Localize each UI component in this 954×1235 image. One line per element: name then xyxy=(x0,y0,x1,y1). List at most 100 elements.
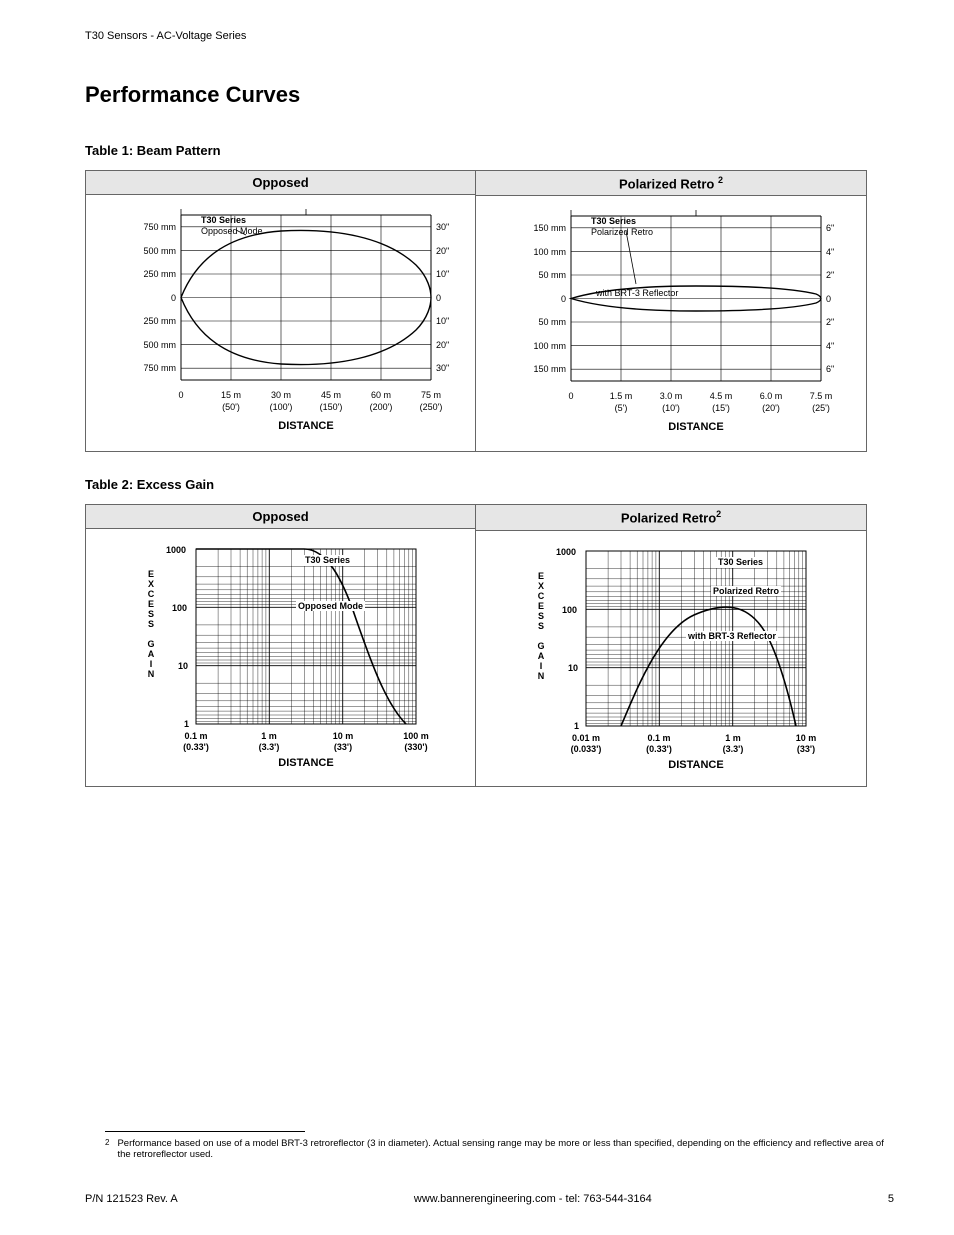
gr-ylabel: EXCESS GAIN xyxy=(536,571,546,681)
bo-yl-2: 250 mm xyxy=(116,269,176,279)
go-xt-3: 100 m xyxy=(396,731,436,741)
bo-xt-1: 15 m xyxy=(211,390,251,400)
br-yr-1: 4" xyxy=(826,247,866,257)
bo-yr-1: 20" xyxy=(436,246,476,256)
go-xb-1: (3.3') xyxy=(249,742,289,752)
bo-xt-4: 60 m xyxy=(361,390,401,400)
gr-xt-3: 10 m xyxy=(786,733,826,743)
footnote-number: 2 xyxy=(105,1138,109,1160)
gain-retro-header: Polarized Retro2 xyxy=(476,505,866,530)
beam-retro-header-text: Polarized Retro xyxy=(619,176,718,191)
bo-yr-0: 30" xyxy=(436,222,476,232)
gr-xt-0: 0.01 m xyxy=(566,733,606,743)
gr-xlabel: DISTANCE xyxy=(646,759,746,771)
go-xlabel: DISTANCE xyxy=(256,757,356,769)
br-xb-3: (15') xyxy=(701,403,741,413)
gr-xt-1: 0.1 m xyxy=(639,733,679,743)
br-yl-0: 150 mm xyxy=(506,223,566,233)
go-xt-2: 10 m xyxy=(323,731,363,741)
beam-opposed-header: Opposed xyxy=(86,171,475,195)
footnote: 2 Performance based on use of a model BR… xyxy=(105,1138,894,1160)
go-xb-3: (330') xyxy=(396,742,436,752)
br-xb-5: (25') xyxy=(801,403,841,413)
go-y-1: 100 xyxy=(172,603,187,613)
beam-pattern-pair: Opposed xyxy=(85,170,867,452)
br-yl-1: 100 mm xyxy=(506,247,566,257)
bo-yl-3: 0 xyxy=(116,293,176,303)
page-title: Performance Curves xyxy=(85,82,894,108)
excess-gain-pair: Opposed xyxy=(85,504,867,786)
go-xt-0: 0.1 m xyxy=(176,731,216,741)
gain-retro-annot1: T30 Series xyxy=(716,557,765,568)
br-xb-1: (5') xyxy=(601,403,641,413)
br-yr-0: 6" xyxy=(826,223,866,233)
footer-right: 5 xyxy=(888,1193,894,1205)
beam-opposed-annot2: Opposed Mode xyxy=(201,226,263,237)
gr-xb-0: (0.033') xyxy=(566,744,606,754)
br-yl-6: 150 mm xyxy=(506,364,566,374)
go-ylabel: EXCESS GAIN xyxy=(146,569,156,679)
bo-xt-5: 75 m xyxy=(411,390,451,400)
running-header: T30 Sensors - AC-Voltage Series xyxy=(85,30,894,42)
bo-yr-3: 0 xyxy=(436,293,476,303)
bo-xb-3: (150') xyxy=(311,402,351,412)
gain-opposed-annot1: T30 Series xyxy=(303,555,352,566)
bo-xb-4: (200') xyxy=(361,402,401,412)
beam-retro-header: Polarized Retro 2 xyxy=(476,171,866,196)
br-yr-5: 4" xyxy=(826,341,866,351)
br-xb-2: (10') xyxy=(651,403,691,413)
page-footer: P/N 121523 Rev. A www.bannerengineering.… xyxy=(85,1193,894,1205)
gain-opposed-annot2: Opposed Mode xyxy=(296,601,365,611)
gain-retro-annot2: Polarized Retro xyxy=(711,586,781,596)
beam-retro-annot2: Polarized Retro xyxy=(591,227,653,238)
gr-xt-2: 1 m xyxy=(713,733,753,743)
gain-retro-header-sup: 2 xyxy=(716,509,721,519)
bo-xb-1: (50') xyxy=(211,402,251,412)
gain-opposed-cell: Opposed xyxy=(86,505,476,785)
bo-xt-3: 45 m xyxy=(311,390,351,400)
bo-xt-2: 30 m xyxy=(261,390,301,400)
bo-xlabel: DISTANCE xyxy=(256,420,356,432)
bo-yr-6: 30" xyxy=(436,363,476,373)
footer-left: P/N 121523 Rev. A xyxy=(85,1193,178,1205)
br-yl-3: 0 xyxy=(506,294,566,304)
beam-retro-annot3: with BRT-3 Reflector xyxy=(596,288,678,298)
br-yl-4: 50 mm xyxy=(506,317,566,327)
beam-retro-annot: T30 Series Polarized Retro xyxy=(591,216,653,238)
gain-retro-header-text: Polarized Retro xyxy=(621,511,716,526)
br-xt-3: 4.5 m xyxy=(701,391,741,401)
bo-yr-5: 20" xyxy=(436,340,476,350)
bo-yr-4: 10" xyxy=(436,316,476,326)
beam-opposed-cell: Opposed xyxy=(86,171,476,451)
br-xb-4: (20') xyxy=(751,403,791,413)
bo-xb-2: (100') xyxy=(261,402,301,412)
br-yr-3: 0 xyxy=(826,294,866,304)
gr-y-1: 100 xyxy=(562,605,577,615)
bo-xb-5: (250') xyxy=(411,402,451,412)
beam-retro-cell: Polarized Retro 2 xyxy=(476,171,866,451)
bo-yl-4: 250 mm xyxy=(116,316,176,326)
bo-yr-2: 10" xyxy=(436,269,476,279)
beam-retro-header-sup: 2 xyxy=(718,175,723,185)
gr-y-2: 10 xyxy=(568,663,578,673)
go-xt-1: 1 m xyxy=(249,731,289,741)
bo-xt-0: 0 xyxy=(161,390,201,400)
br-xt-4: 6.0 m xyxy=(751,391,791,401)
bo-yl-6: 750 mm xyxy=(116,363,176,373)
go-xb-0: (0.33') xyxy=(176,742,216,752)
br-xt-2: 3.0 m xyxy=(651,391,691,401)
footnote-rule xyxy=(105,1131,305,1132)
gr-xb-2: (3.3') xyxy=(713,744,753,754)
br-yr-4: 2" xyxy=(826,317,866,327)
gr-y-3: 1 xyxy=(574,721,579,731)
gr-y-0: 1000 xyxy=(556,547,576,557)
go-y-0: 1000 xyxy=(166,545,186,555)
beam-opposed-annot: T30 Series Opposed Mode xyxy=(201,215,263,237)
gain-opposed-header: Opposed xyxy=(86,505,475,529)
br-yr-2: 2" xyxy=(826,270,866,280)
br-yl-2: 50 mm xyxy=(506,270,566,280)
beam-retro-annot1: T30 Series xyxy=(591,216,653,227)
gr-xb-3: (33') xyxy=(786,744,826,754)
bo-yl-0: 750 mm xyxy=(116,222,176,232)
bo-yl-5: 500 mm xyxy=(116,340,176,350)
